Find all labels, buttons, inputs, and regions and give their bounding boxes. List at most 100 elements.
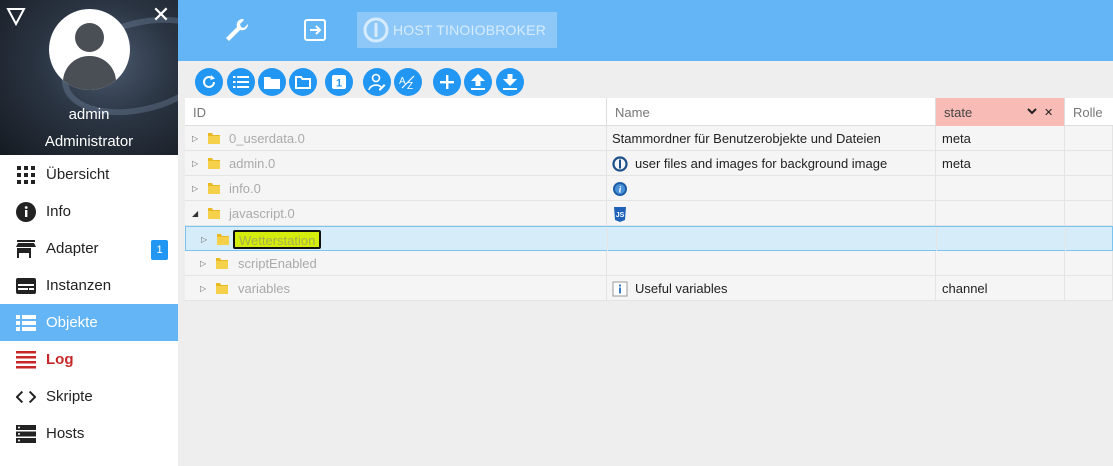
plus-icon [440, 75, 454, 89]
sidebar-item-skripte[interactable]: Skripte [0, 378, 178, 415]
sidebar-item-uebersicht[interactable]: Übersicht [0, 156, 178, 193]
table-row[interactable]: ▷ variables Useful variables channel [185, 276, 1113, 301]
expand-triangle-icon[interactable]: ▷ [192, 151, 198, 176]
list-view-button[interactable] [227, 68, 255, 96]
sidebar-item-log[interactable]: Log [0, 341, 178, 378]
user-edit-icon [368, 73, 386, 91]
add-object-button[interactable] [433, 68, 461, 96]
collapse-triangle-icon[interactable]: ◢ [192, 201, 198, 226]
object-role [1065, 176, 1113, 201]
sidebar-item-label: Skripte [46, 388, 93, 405]
folder-icon [208, 158, 220, 169]
instances-icon [16, 276, 36, 296]
edit-user-button[interactable] [363, 68, 391, 96]
column-header-rolle[interactable]: Rolle [1065, 98, 1113, 126]
object-id: scriptEnabled [238, 256, 317, 271]
sidebar-menu: Übersicht Info Adapter 1 Instanzen Objek… [0, 156, 178, 452]
iobroker-admin-icon [612, 155, 628, 172]
iobroker-logo-icon[interactable] [6, 6, 26, 26]
sidebar-item-hosts[interactable]: Hosts [0, 415, 178, 452]
adapter-update-badge: 1 [151, 240, 168, 260]
clear-filter-icon[interactable]: ✕ [1044, 98, 1053, 128]
info-icon [16, 201, 36, 222]
top-bar: HOST TINOIOBROKER [178, 0, 1113, 61]
sidebar-item-instanzen[interactable]: Instanzen [0, 267, 178, 304]
logout-icon[interactable] [301, 16, 329, 44]
svg-text:JS: JS [616, 212, 625, 219]
server-icon [16, 424, 36, 444]
folder-filled-icon [264, 76, 280, 89]
sidebar-item-label: Adapter [46, 240, 99, 257]
table-row[interactable]: ▷ scriptEnabled [185, 251, 1113, 276]
folder-outline-icon [295, 75, 311, 89]
svg-text:1: 1 [336, 78, 342, 90]
table-row-selected[interactable]: ▷ Wetterstation [185, 226, 1113, 252]
folder-icon [208, 183, 220, 194]
host-label: HOST TINOIOBROKER [393, 22, 547, 38]
folder-icon [216, 283, 228, 294]
sidebar-item-label: Instanzen [46, 277, 112, 294]
profile-header: ✕ admin Administrator [0, 0, 178, 155]
collapse-folders-button[interactable] [289, 68, 317, 96]
object-name: Stammordner für Benutzerobjekte und Date… [612, 131, 881, 146]
one-box-icon: 1 [332, 75, 346, 90]
table-row[interactable]: ◢ javascript.0 JS [185, 201, 1113, 226]
sidebar-item-label: Info [46, 203, 72, 220]
refresh-icon [203, 75, 215, 88]
object-id: 0_userdata.0 [229, 131, 305, 146]
expand-triangle-icon[interactable]: ▷ [201, 227, 207, 252]
table-row[interactable]: ▷ 0_userdata.0 Stammordner für Benutzero… [185, 126, 1113, 151]
user-role: Administrator [44, 133, 134, 150]
object-state: channel [942, 281, 988, 296]
table-row[interactable]: ▷ info.0 i [185, 176, 1113, 201]
object-id: info.0 [229, 181, 261, 196]
object-state: meta [942, 156, 971, 171]
host-selector[interactable]: HOST TINOIOBROKER [357, 12, 557, 48]
wrench-icon[interactable] [223, 16, 251, 44]
sidebar-item-adapter[interactable]: Adapter 1 [0, 230, 178, 267]
column-header-state[interactable]: state ✕ [936, 98, 1065, 126]
object-name: user files and images for background ima… [635, 156, 888, 171]
refresh-button[interactable] [195, 68, 223, 96]
avatar [49, 9, 130, 90]
object-name: Useful variables [635, 281, 728, 296]
javascript-icon: JS [614, 206, 626, 222]
chevron-down-icon[interactable] [1027, 108, 1037, 115]
table-row[interactable]: ▷ admin.0 user files and images for back… [185, 151, 1113, 176]
table-header: ID Name state ✕ Rolle [185, 98, 1113, 126]
expand-triangle-icon[interactable]: ▷ [192, 126, 198, 151]
sidebar-item-info[interactable]: Info [0, 193, 178, 230]
expand-folders-button[interactable] [258, 68, 286, 96]
sort-button[interactable]: AZ [394, 68, 422, 96]
sidebar: ✕ admin Administrator Übersicht Info Ada… [0, 0, 178, 466]
list-view-icon [233, 76, 249, 88]
upload-button[interactable] [464, 68, 492, 96]
sidebar-item-label: Übersicht [46, 166, 110, 183]
download-button[interactable] [496, 68, 524, 96]
code-icon [16, 387, 36, 407]
sidebar-item-label: Hosts [46, 425, 85, 442]
variables-info-icon [612, 281, 628, 296]
expand-triangle-icon[interactable]: ▷ [200, 251, 206, 276]
expand-triangle-icon[interactable]: ▷ [192, 176, 198, 201]
object-role [1065, 251, 1113, 276]
sidebar-item-objekte[interactable]: Objekte [0, 304, 178, 341]
object-id-highlighted: Wetterstation [233, 230, 322, 249]
sidebar-item-label: Log [46, 351, 74, 368]
object-role [1066, 227, 1113, 252]
objects-toolbar: 1 AZ [178, 61, 1113, 98]
close-icon[interactable]: ✕ [150, 4, 172, 26]
folder-icon [208, 133, 220, 144]
sidebar-item-label: Objekte [46, 314, 98, 331]
object-id: admin.0 [229, 156, 276, 171]
object-id: variables [238, 281, 291, 296]
folder-icon [216, 258, 228, 269]
objects-table: ID Name state ✕ Rolle ▷ 0_userdata.0 Sta… [185, 98, 1113, 301]
column-header-name[interactable]: Name [607, 98, 936, 126]
column-header-id[interactable]: ID [185, 98, 607, 126]
list-icon [16, 313, 36, 333]
expand-level-button[interactable]: 1 [325, 68, 353, 96]
expand-triangle-icon[interactable]: ▷ [200, 276, 206, 301]
info-adapter-icon: i [613, 181, 627, 196]
download-icon [503, 74, 517, 90]
